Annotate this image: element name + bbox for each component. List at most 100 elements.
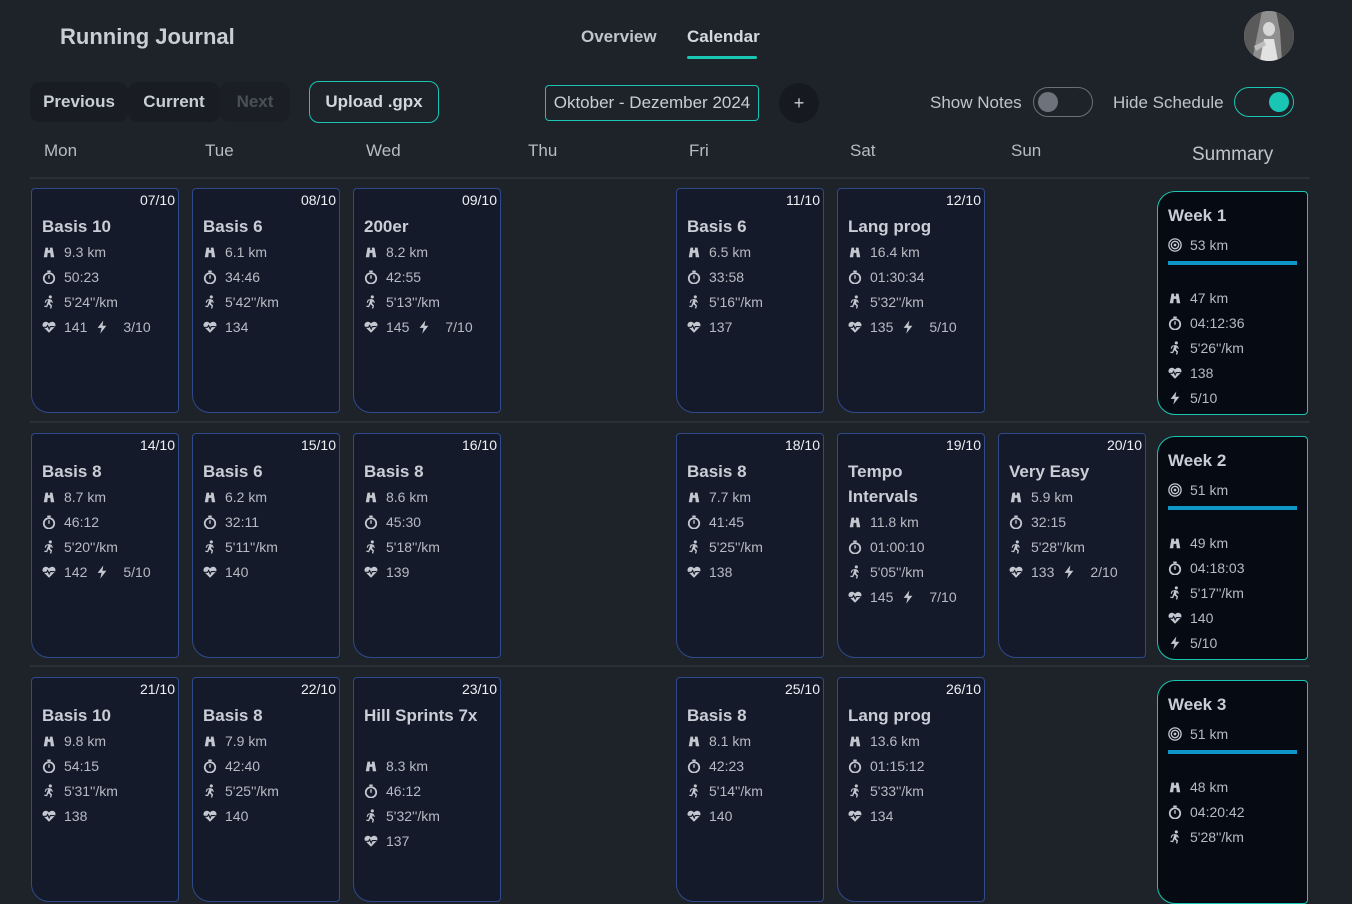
pace-icon-svg xyxy=(205,539,214,554)
time-icon-svg xyxy=(42,269,56,284)
card-date: 25/10 xyxy=(784,681,820,697)
tab-calendar[interactable]: Calendar xyxy=(687,27,760,47)
weekly-heart-rate: 138 xyxy=(1168,360,1245,385)
next-button[interactable]: Next xyxy=(220,82,290,122)
workout-card[interactable]: 09/10 200er 8.2 km 42:55 5'13''/km 145 7/10 xyxy=(353,188,501,413)
pace-icon-svg xyxy=(366,808,375,823)
heart-rate-stat: 145 7/10 xyxy=(364,314,473,339)
add-button[interactable]: + xyxy=(779,83,819,123)
distance-icon xyxy=(203,490,225,504)
week-summary-card[interactable]: Week 1 53 km 47 km 04:12:36 5'26''/km 138 5/10 xyxy=(1157,191,1308,415)
workout-card[interactable]: 18/10 Basis 8 7.7 km 41:45 5'25''/km 138 xyxy=(676,433,824,658)
workout-card[interactable]: 25/10 Basis 8 8.1 km 42:23 5'14''/km 140 xyxy=(676,677,824,902)
workout-card[interactable]: 14/10 Basis 8 8.7 km 46:12 5'20''/km 142 5/10 xyxy=(31,433,179,658)
date-range-selector[interactable]: Oktober - Dezember 2024 xyxy=(545,85,759,121)
time-icon-svg xyxy=(687,269,701,284)
upload-gpx-button[interactable]: Upload .gpx xyxy=(309,81,439,123)
workout-stats: 6.2 km 32:11 5'11''/km 140 xyxy=(203,484,278,584)
time-icon xyxy=(364,269,386,284)
tab-overview[interactable]: Overview xyxy=(581,27,657,47)
distance-stat: 6.5 km xyxy=(687,239,763,264)
time-icon xyxy=(203,758,225,773)
distance-icon-svg xyxy=(365,247,377,257)
weekly-duration: 04:18:03 xyxy=(1168,555,1245,580)
avatar[interactable] xyxy=(1244,11,1294,61)
distance-icon-svg xyxy=(43,492,55,502)
workout-card[interactable]: 15/10 Basis 6 6.2 km 32:11 5'11''/km 140 xyxy=(192,433,340,658)
card-date: 21/10 xyxy=(139,681,175,697)
heart-rate-stat: 140 xyxy=(203,803,279,828)
pace-stat: 5'14''/km xyxy=(687,778,763,803)
card-date: 08/10 xyxy=(300,192,336,208)
time-icon xyxy=(364,514,386,529)
week-label: Week 2 xyxy=(1168,451,1227,470)
pace-icon-svg xyxy=(850,294,859,309)
pace-icon xyxy=(364,539,386,554)
week-summary-card[interactable]: Week 3 51 km 48 km 04:20:42 5'28''/km xyxy=(1157,680,1308,904)
pace-icon xyxy=(687,539,709,554)
workout-stats: 9.8 km 54:15 5'31''/km 138 xyxy=(42,728,118,828)
heart-rate-icon xyxy=(687,565,709,579)
workout-card[interactable]: 20/10 Very Easy 5.9 km 32:15 5'28''/km 133 2/1… xyxy=(998,433,1146,658)
lightning-icon xyxy=(901,319,923,334)
workout-card[interactable]: 21/10 Basis 10 9.8 km 54:15 5'31''/km 138 xyxy=(31,677,179,902)
workout-stats: 9.3 km 50:23 5'24''/km 141 3/10 xyxy=(42,239,151,339)
heart-rate-icon xyxy=(42,565,64,579)
workout-card[interactable]: 22/10 Basis 8 7.9 km 42:40 5'25''/km 140 xyxy=(192,677,340,902)
card-date: 16/10 xyxy=(461,437,497,453)
week-label: Week 1 xyxy=(1168,206,1227,225)
workout-stats: 6.1 km 34:46 5'42''/km 134 xyxy=(203,239,279,339)
time-icon-svg xyxy=(1168,560,1182,575)
pace-stat: 5'25''/km xyxy=(687,534,763,559)
workout-stats: 5.9 km 32:15 5'28''/km 133 2/10 xyxy=(1009,484,1118,584)
time-icon xyxy=(1009,514,1031,529)
hide-schedule-toggle[interactable] xyxy=(1234,87,1294,117)
previous-button[interactable]: Previous xyxy=(30,82,128,122)
workout-title: Basis 8 xyxy=(42,462,102,481)
distance-icon-svg xyxy=(204,736,216,746)
heart-rate-stat: 135 5/10 xyxy=(848,314,957,339)
pace-icon xyxy=(1009,539,1031,554)
current-button[interactable]: Current xyxy=(128,82,220,122)
target-icon xyxy=(1168,482,1190,497)
heart-rate-stat: 140 xyxy=(203,559,278,584)
duration-stat: 50:23 xyxy=(42,264,151,289)
time-icon-svg xyxy=(203,269,217,284)
pace-stat: 5'33''/km xyxy=(848,778,925,803)
card-date: 19/10 xyxy=(945,437,981,453)
distance-icon xyxy=(848,515,870,529)
show-notes-toggle[interactable] xyxy=(1033,87,1093,117)
workout-card[interactable]: 07/10 Basis 10 9.3 km 50:23 5'24''/km 141 3/10 xyxy=(31,188,179,413)
distance-icon xyxy=(364,245,386,259)
workout-stats: 16.4 km 01:30:34 5'32''/km 135 5/10 xyxy=(848,239,957,339)
target-icon xyxy=(1168,726,1190,741)
week-summary-card[interactable]: Week 2 51 km 49 km 04:18:03 5'17''/km 140 5/10 xyxy=(1157,436,1308,660)
pace-icon xyxy=(364,294,386,309)
target-icon xyxy=(1168,237,1190,252)
workout-card[interactable]: 19/10 Tempo Intervals 11.8 km 01:00:10 5'05'… xyxy=(837,433,985,658)
hr-icon-svg xyxy=(1168,367,1182,379)
lightning-icon xyxy=(901,589,923,604)
pace-icon xyxy=(1168,829,1190,844)
workout-card[interactable]: 12/10 Lang prog 16.4 km 01:30:34 5'32''/km 13… xyxy=(837,188,985,413)
distance-icon-svg xyxy=(1169,782,1181,792)
time-icon-svg xyxy=(42,758,56,773)
weekly-effort: 5/10 xyxy=(1168,630,1245,655)
workout-card[interactable]: 23/10 Hill Sprints 7x 8.3 km 46:12 5'32''/km… xyxy=(353,677,501,902)
workout-card[interactable]: 16/10 Basis 8 8.6 km 45:30 5'18''/km 139 xyxy=(353,433,501,658)
workout-card[interactable]: 08/10 Basis 6 6.1 km 34:46 5'42''/km 134 xyxy=(192,188,340,413)
heart-rate-icon xyxy=(687,320,709,334)
distance-icon-svg xyxy=(1169,293,1181,303)
card-date: 14/10 xyxy=(139,437,175,453)
workout-card[interactable]: 11/10 Basis 6 6.5 km 33:58 5'16''/km 137 xyxy=(676,188,824,413)
pace-stat: 5'24''/km xyxy=(42,289,151,314)
row-divider xyxy=(30,421,1310,423)
distance-icon xyxy=(42,490,64,504)
pace-icon xyxy=(1168,585,1190,600)
heart-rate-stat: 139 xyxy=(364,559,440,584)
workout-card[interactable]: 26/10 Lang prog 13.6 km 01:15:12 5'33''/km 13… xyxy=(837,677,985,902)
weekly-progress-bar xyxy=(1168,506,1297,510)
workout-title: Basis 8 xyxy=(687,462,747,481)
lightning-icon xyxy=(95,564,117,579)
pace-icon xyxy=(848,294,870,309)
